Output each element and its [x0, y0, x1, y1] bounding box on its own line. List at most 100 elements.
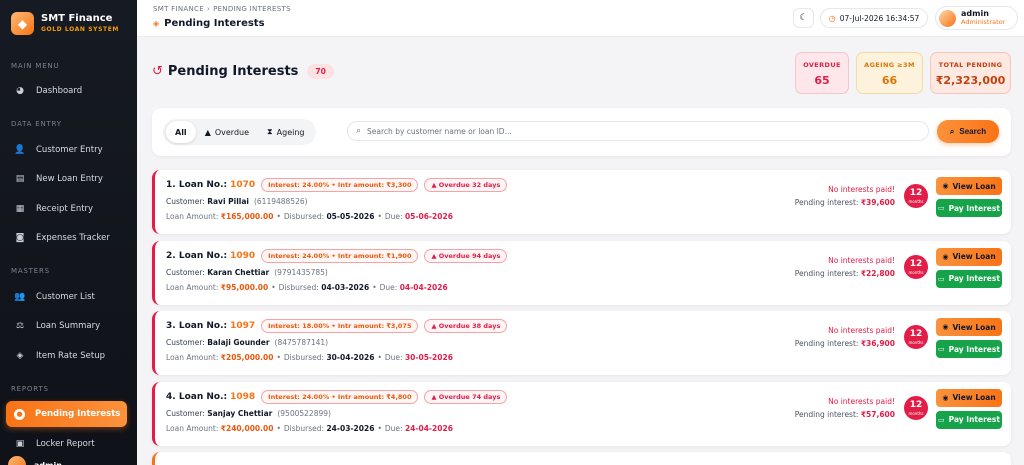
breadcrumb-item[interactable]: SMT FINANCE [153, 5, 204, 13]
tab-all[interactable]: All [166, 121, 196, 143]
section-label-reports: REPORTS [11, 385, 49, 393]
due-date: 30-05-2026 [404, 353, 453, 362]
customer-line: Customer: Balaji Gounder (8475787141) [166, 338, 329, 347]
history-icon: ↺ [152, 64, 163, 79]
due-date: 05-06-2026 [404, 212, 453, 221]
interest-chip: Interest: 24.00% • Intr amount: ₹1,900 [261, 248, 419, 263]
brand[interactable]: ◆ SMT Finance GOLD LOAN SYSTEM [11, 12, 119, 35]
loan-details: Loan Amount: ₹165,000.00 • Disbursed: 05-0… [166, 212, 453, 221]
customer-phone: (6119488526) [253, 197, 308, 206]
warning-icon: ▲ [431, 251, 437, 260]
customer-phone: (9791435785) [274, 267, 328, 277]
clock-icon: ◷ [828, 13, 836, 23]
loan-details: Loan Amount: ₹240,000.00 • Disbursed: 24-0… [166, 423, 453, 433]
sidebar-item-dashboard[interactable]: ◕ Dashboard [6, 78, 127, 104]
clock-icon: ● [14, 408, 25, 420]
sidebar-item-expenses-tracker[interactable]: ◙ Expenses Tracker [6, 225, 127, 251]
theme-toggle-button[interactable]: ☾ [793, 8, 814, 28]
search-input[interactable] [367, 126, 908, 136]
user-menu[interactable]: admin Administrator [935, 6, 1018, 30]
stat-label: TOTAL PENDING [938, 61, 1003, 69]
due-date: 04-04-2026 [399, 282, 448, 292]
sidebar-item-locker-report[interactable]: ▣ Locker Report [6, 431, 127, 457]
avatar [8, 456, 26, 465]
loan-details: Loan Amount: ₹205,000.00 • Disbursed: 30-0… [166, 353, 453, 362]
stat-label: AGEING ≥3M [864, 61, 915, 69]
loan-number: 1. Loan No.: 1070 [166, 180, 256, 190]
disbursed-date: 24-03-2026 [326, 423, 375, 433]
sidebar-item-loan-summary[interactable]: ⚖ Loan Summary [6, 313, 127, 339]
sidebar-item-label: Locker Report [36, 439, 95, 449]
user-role: Administrator [961, 18, 1006, 26]
interest-chip: Interest: 24.00% • Intr amount: ₹3,300 [261, 178, 419, 192]
customer-name[interactable]: Ravi Pillai [207, 197, 249, 206]
datetime-text: 07-Jul-2026 16:34:57 [839, 13, 920, 23]
sidebar-item-label: Receipt Entry [36, 204, 94, 214]
stat-value: 66 [881, 74, 898, 87]
pending-interest: Pending interest: ₹22,800 [794, 268, 895, 278]
sidebar-item-item-rate-setup[interactable]: ◈ Item Rate Setup [6, 343, 127, 369]
view-loan-button[interactable]: ◉ View Loan [936, 177, 1002, 195]
sidebar: ◆ SMT Finance GOLD LOAN SYSTEM MAIN MENU… [0, 0, 137, 465]
sidebar-item-label: Expenses Tracker [36, 233, 110, 243]
pay-interest-button[interactable]: ▭ Pay Interest [936, 410, 1002, 429]
disbursed-date: 05-05-2026 [326, 212, 375, 221]
tab-ageing[interactable]: ⧗ Ageing [258, 121, 313, 143]
tab-overdue[interactable]: ▲ Overdue [196, 121, 258, 143]
view-loan-button[interactable]: ◉ View Loan [936, 247, 1002, 266]
loan-number: 2. Loan No.: 1090 [166, 250, 256, 261]
warning-icon: ▲ [431, 392, 437, 401]
section-label-main-menu: MAIN MENU [11, 62, 60, 70]
page-title: Pending Interests [167, 64, 299, 79]
sidebar-user[interactable]: admin [8, 456, 62, 465]
overdue-chip: ▲ Overdue 74 days [424, 389, 508, 404]
pay-interest-button[interactable]: ▭ Pay Interest [936, 199, 1002, 217]
months-badge: 12 months [904, 325, 928, 349]
breadcrumb-item: PENDING INTERESTS [213, 5, 291, 13]
view-loan-button[interactable]: ◉ View Loan [936, 388, 1002, 407]
sidebar-item-new-loan-entry[interactable]: ▤ New Loan Entry [6, 166, 127, 192]
loan-amount: ₹240,000.00 [220, 423, 274, 433]
search-box: ⌕ [347, 121, 929, 141]
user-add-icon: 👤 [14, 145, 26, 155]
sidebar-item-customer-entry[interactable]: 👤 Customer Entry [6, 137, 127, 163]
customer-name[interactable]: Karan Chettiar [207, 268, 269, 277]
overdue-chip: ▲ Overdue 38 days [424, 319, 508, 333]
customer-line: Customer: Ravi Pillai (6119488526) [166, 197, 308, 206]
customer-name[interactable]: Balaji Gounder [207, 338, 269, 347]
view-loan-button[interactable]: ◉ View Loan [936, 318, 1002, 336]
interest-chip: Interest: 18.00% • Intr amount: ₹3,075 [261, 319, 419, 333]
sidebar-item-pending-interests[interactable]: ● Pending Interests [6, 401, 127, 427]
breadcrumb: SMT FINANCE › PENDING INTERESTS [153, 5, 291, 13]
sidebar-item-customer-list[interactable]: 👥 Customer List [6, 284, 127, 310]
loan-card: 3. Loan No.: 1097 Interest: 18.00% • Intr… [152, 311, 1011, 375]
brand-subtitle: GOLD LOAN SYSTEM [41, 26, 119, 33]
customer-name[interactable]: Sanjay Chettiar [207, 409, 272, 418]
sidebar-item-label: Customer Entry [36, 145, 103, 155]
users-icon: 👥 [14, 292, 26, 302]
sidebar-item-receipt-entry[interactable]: ▦ Receipt Entry [6, 196, 127, 222]
eye-icon: ◉ [942, 323, 949, 331]
loan-card: 2. Loan No.: 1090 Interest: 24.00% • Intr… [152, 240, 1011, 305]
section-label-masters: MASTERS [11, 267, 50, 275]
eye-icon: ◉ [942, 182, 949, 190]
loan-amount: ₹205,000.00 [220, 353, 274, 362]
warning-icon: ▲ [204, 127, 211, 137]
months-badge: 12 months [904, 184, 928, 208]
pay-interest-button[interactable]: ▭ Pay Interest [936, 269, 1002, 288]
search-button-label: Search [959, 127, 987, 136]
search-button[interactable]: ⌕ Search [937, 120, 999, 143]
pending-interest: Pending interest: ₹57,600 [794, 409, 895, 419]
page-heading: ↺ Pending Interests 70 [152, 64, 334, 79]
pending-interest: Pending interest: ₹36,900 [794, 339, 895, 348]
months-badge: 12 months [904, 395, 928, 420]
scale-icon: ⚖ [15, 321, 25, 331]
pay-interest-button[interactable]: ▭ Pay Interest [936, 340, 1002, 358]
loan-details: Loan Amount: ₹95,000.00 • Disbursed: 04-03… [166, 282, 448, 292]
dashboard-icon: ◕ [16, 86, 24, 96]
sidebar-item-label: Dashboard [36, 86, 83, 96]
stat-value: ₹2,323,000 [935, 74, 1006, 87]
search-icon: ⌕ [356, 126, 362, 136]
loan-amount: ₹95,000.00 [220, 282, 269, 292]
stat-label: OVERDUE [803, 61, 841, 69]
